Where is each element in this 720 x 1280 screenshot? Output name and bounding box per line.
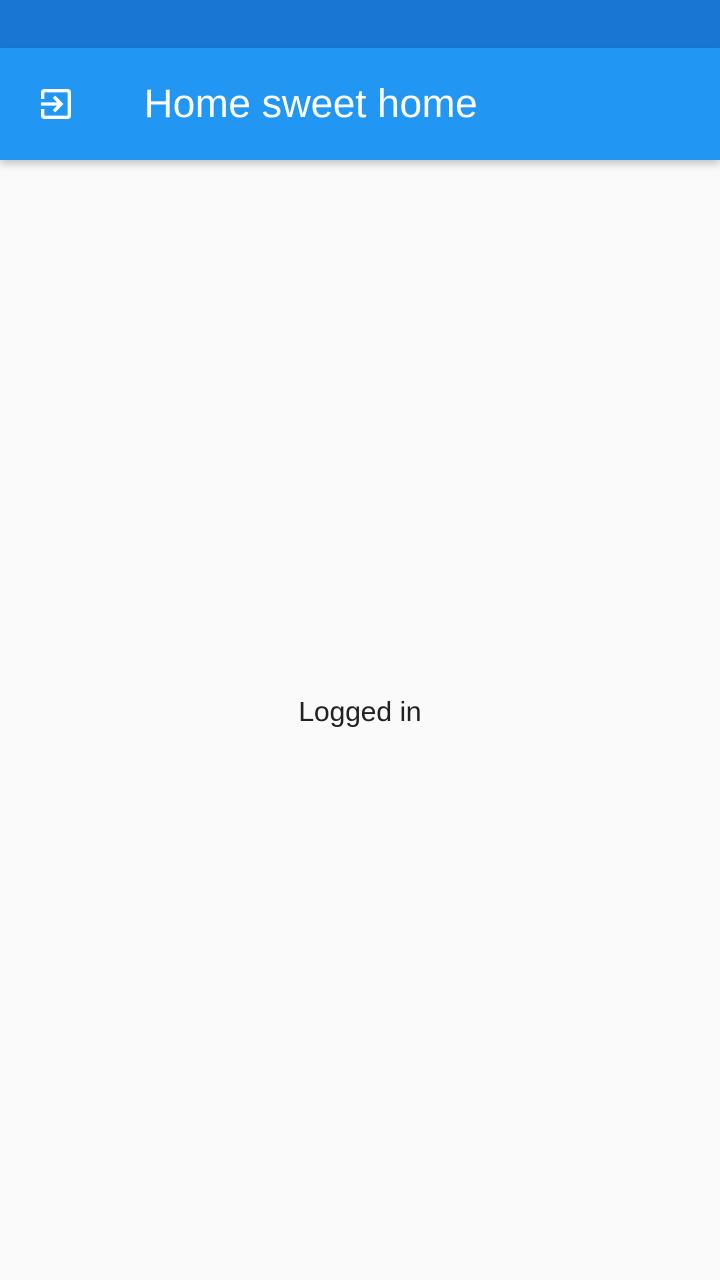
status-message: Logged in <box>298 696 422 727</box>
page-title: Home sweet home <box>144 82 478 126</box>
logout-button[interactable] <box>24 72 88 136</box>
main-content: Logged in <box>0 160 720 1280</box>
exit-to-app-icon <box>41 89 71 119</box>
status-bar <box>0 0 720 48</box>
app-bar: Home sweet home <box>0 48 720 160</box>
